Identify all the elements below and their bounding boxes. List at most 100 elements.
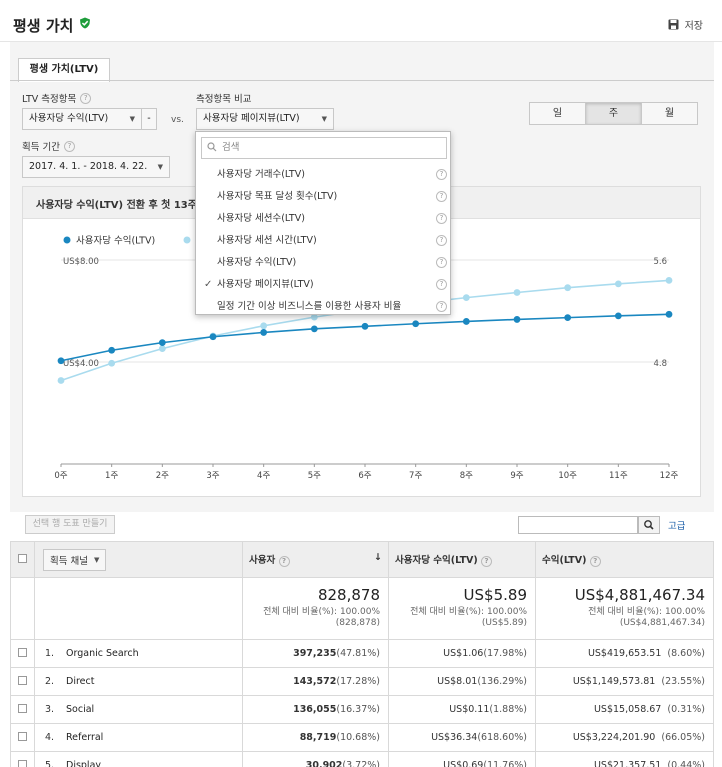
x-tick-label: 5주 xyxy=(308,471,321,481)
row-channel-link[interactable]: Referral xyxy=(66,732,103,743)
granularity-day[interactable]: 일 xyxy=(529,102,586,125)
row-checkbox[interactable] xyxy=(18,731,27,741)
row-channel-link[interactable]: Direct xyxy=(66,676,94,687)
granularity-month[interactable]: 월 xyxy=(641,102,698,125)
help-icon[interactable]: ? xyxy=(63,140,75,152)
dropdown-item[interactable]: 사용자당 세션수(LTV)? xyxy=(196,208,450,230)
dropdown-search-input[interactable]: 검색 xyxy=(201,137,447,159)
dropdown-item-label: 사용자당 거래수(LTV) xyxy=(217,169,305,180)
row-channel-link[interactable]: Display xyxy=(66,760,101,767)
row-rev-value: US$3,224,201.90 xyxy=(572,732,656,743)
tab-ltv[interactable]: 평생 가치(LTV) xyxy=(18,58,110,82)
chevron-down-icon: ▼ xyxy=(129,115,135,123)
col-users-label: 사용자 xyxy=(249,555,276,566)
data-point xyxy=(513,289,521,296)
chevron-down-icon: ▼ xyxy=(321,115,327,123)
select-all-checkbox[interactable] xyxy=(18,553,27,563)
help-icon[interactable]: ? xyxy=(481,556,493,567)
row-checkbox[interactable] xyxy=(18,759,27,767)
help-icon[interactable]: ? xyxy=(436,213,447,224)
compare-label: 측정항목 비교 xyxy=(196,91,251,105)
table-row[interactable]: 5. Display 30,902(3.72%) US$0.69(11.76%) US$… xyxy=(10,751,714,767)
advanced-link[interactable]: 고급 xyxy=(668,518,685,532)
row-users-cell: 143,572(17.28%) xyxy=(242,667,389,696)
metric-remove-button[interactable]: - xyxy=(141,108,157,130)
row-channel-link[interactable]: Organic Search xyxy=(66,648,139,659)
x-tick-label: 10주 xyxy=(558,471,577,481)
minus-label: - xyxy=(147,113,151,124)
granularity-toggle: 일 주 월 xyxy=(529,102,698,125)
row-rpu-value: US$0.11 xyxy=(449,704,490,715)
help-icon[interactable]: ? xyxy=(436,235,447,246)
data-point xyxy=(564,314,572,322)
col-rev-per-user[interactable]: 사용자당 수익(LTV) ? xyxy=(388,541,536,578)
table-row[interactable]: 3. Social 136,055(16.37%) US$0.11(1.88%) US$… xyxy=(10,695,714,724)
checkmark-icon: ✓ xyxy=(204,279,213,290)
data-point xyxy=(158,339,166,347)
help-icon[interactable]: ? xyxy=(436,257,447,268)
dropdown-item[interactable]: 사용자당 목표 달성 횟수(LTV)? xyxy=(196,186,450,208)
metric-select[interactable]: 사용자당 수익(LTV) ▼ xyxy=(22,108,142,130)
table-search-input[interactable] xyxy=(518,516,638,534)
row-rpu-value: US$1.06 xyxy=(443,648,484,659)
row-checkbox[interactable] xyxy=(18,675,27,685)
col-revenue[interactable]: 수익(LTV) ? xyxy=(535,541,714,578)
row-channel-cell: 1. Organic Search xyxy=(34,639,243,668)
row-channel-link[interactable]: Social xyxy=(66,704,94,715)
row-rev-pct: (0.31%) xyxy=(667,704,705,715)
dropdown-item[interactable]: 사용자당 세션 시간(LTV)? xyxy=(196,230,450,252)
help-icon[interactable]: ? xyxy=(278,556,290,567)
data-point xyxy=(614,312,622,320)
row-users-value: 397,235 xyxy=(293,648,337,659)
row-channel-cell: 2. Direct xyxy=(34,667,243,696)
row-checkbox[interactable] xyxy=(18,647,27,657)
row-rev-cell: US$3,224,201.90 (66.05%) xyxy=(535,723,714,752)
help-icon[interactable]: ? xyxy=(436,191,447,202)
dimension-select[interactable]: 획득 채널 ▼ xyxy=(43,548,107,571)
row-rpu-pct: (136.29%) xyxy=(477,676,527,687)
summary-users-value: 828,878 xyxy=(317,586,380,604)
table-row[interactable]: 1. Organic Search 397,235(47.81%) US$1.06(1… xyxy=(10,639,714,668)
row-channel-cell: 4. Referral xyxy=(34,723,243,752)
dropdown-item[interactable]: ✓ 사용자당 페이지뷰(LTV)? xyxy=(196,274,450,296)
x-tick-label: 9주 xyxy=(510,471,523,481)
data-point xyxy=(57,377,65,384)
compare-metric-dropdown: 검색 사용자당 거래수(LTV)? 사용자당 목표 달성 횟수(LTV)? 사용자당… xyxy=(195,131,451,315)
create-chart-button[interactable]: 선택 행 도표 만들기 xyxy=(25,515,115,534)
data-point xyxy=(665,277,673,284)
col-users[interactable]: 사용자 ? ↓ xyxy=(242,541,389,578)
period-label-text: 획득 기간 xyxy=(22,142,60,153)
data-point xyxy=(260,329,268,336)
dropdown-item[interactable]: 사용자당 수익(LTV)? xyxy=(196,252,450,274)
compare-select[interactable]: 사용자당 페이지뷰(LTV) ▼ xyxy=(196,108,334,130)
row-users-pct: (47.81%) xyxy=(336,648,380,659)
help-icon[interactable]: ? xyxy=(436,301,447,312)
row-rev-value: US$419,653.51 xyxy=(587,648,662,659)
row-cb-cell xyxy=(10,667,35,696)
row-checkbox[interactable] xyxy=(18,703,27,713)
period-select[interactable]: 2017. 4. 1. - 2018. 4. 22. ▼ xyxy=(22,156,170,178)
table-search-button[interactable] xyxy=(638,516,660,534)
help-icon[interactable]: ? xyxy=(436,169,447,180)
x-tick-label: 8주 xyxy=(460,471,473,481)
granularity-week[interactable]: 주 xyxy=(585,102,642,125)
help-icon[interactable]: ? xyxy=(436,279,447,290)
row-rev-value: US$1,149,573.81 xyxy=(572,676,656,687)
table-row[interactable]: 2. Direct 143,572(17.28%) US$8.01(136.29%) U… xyxy=(10,667,714,696)
help-icon[interactable]: ? xyxy=(589,556,601,567)
dropdown-item[interactable]: 일정 기간 이상 비즈니스를 이용한 사용자 비율? xyxy=(196,296,450,318)
data-point xyxy=(57,357,65,365)
dropdown-item[interactable]: 사용자당 거래수(LTV)? xyxy=(196,164,450,186)
help-icon[interactable]: ? xyxy=(80,92,92,104)
chart-title: 사용자당 수익(LTV) 전환 후 첫 13주 xyxy=(36,200,197,211)
row-users-value: 30,902 xyxy=(305,760,343,767)
period-select-value: 2017. 4. 1. - 2018. 4. 22. xyxy=(29,161,148,172)
summary-rev-pct: 전체 대비 비율(%): 100.00% xyxy=(588,607,705,617)
save-button[interactable]: 저장 xyxy=(668,17,703,32)
summary-users-total: (828,878) xyxy=(335,618,380,628)
row-rev-pct: (23.55%) xyxy=(661,676,705,687)
legend-label: 사용자당 수익(LTV) xyxy=(76,235,155,247)
row-cb-cell xyxy=(10,723,35,752)
metric-select-value: 사용자당 수익(LTV) xyxy=(29,113,109,124)
table-row[interactable]: 4. Referral 88,719(10.68%) US$36.34(618.60%… xyxy=(10,723,714,752)
